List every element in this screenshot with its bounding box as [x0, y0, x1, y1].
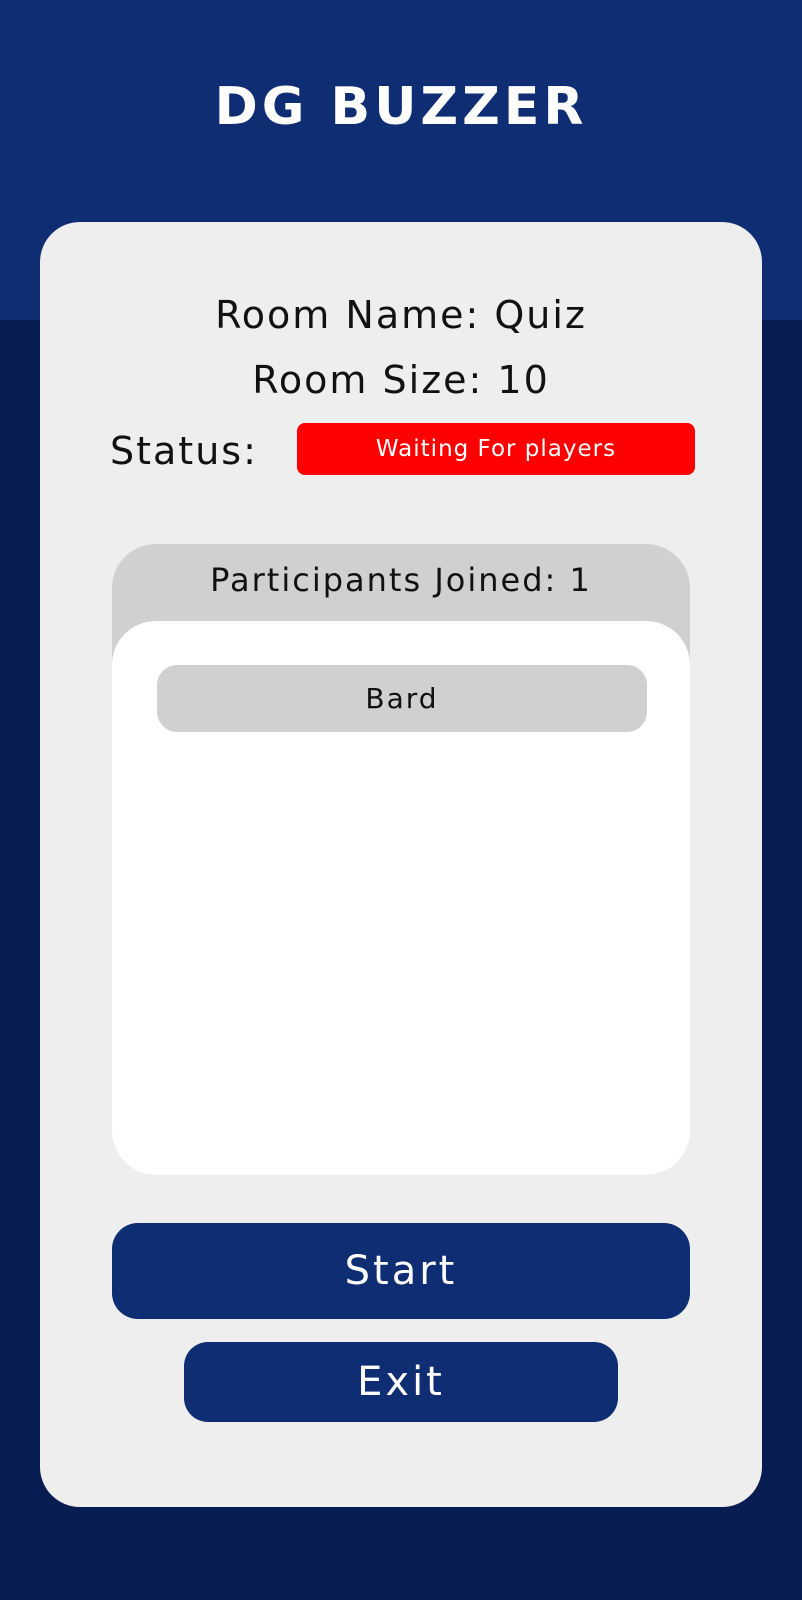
room-name-text: Room Name: Quiz: [215, 293, 587, 337]
exit-button[interactable]: Exit: [184, 1342, 618, 1422]
status-label: Status:: [110, 429, 258, 473]
app-title: DG BUZZER: [214, 77, 588, 137]
participant-item: Bard: [157, 665, 647, 732]
room-card: Room Name: Quiz Room Size: 10 Status: Wa…: [40, 222, 762, 1507]
start-button[interactable]: Start: [112, 1223, 690, 1319]
participants-header: Participants Joined: 1: [210, 561, 592, 599]
status-badge: Waiting For players: [297, 423, 695, 475]
room-size-text: Room Size: 10: [252, 358, 550, 402]
participants-panel: Participants Joined: 1 Bard: [112, 544, 690, 1175]
participants-list[interactable]: Bard: [112, 621, 690, 1175]
